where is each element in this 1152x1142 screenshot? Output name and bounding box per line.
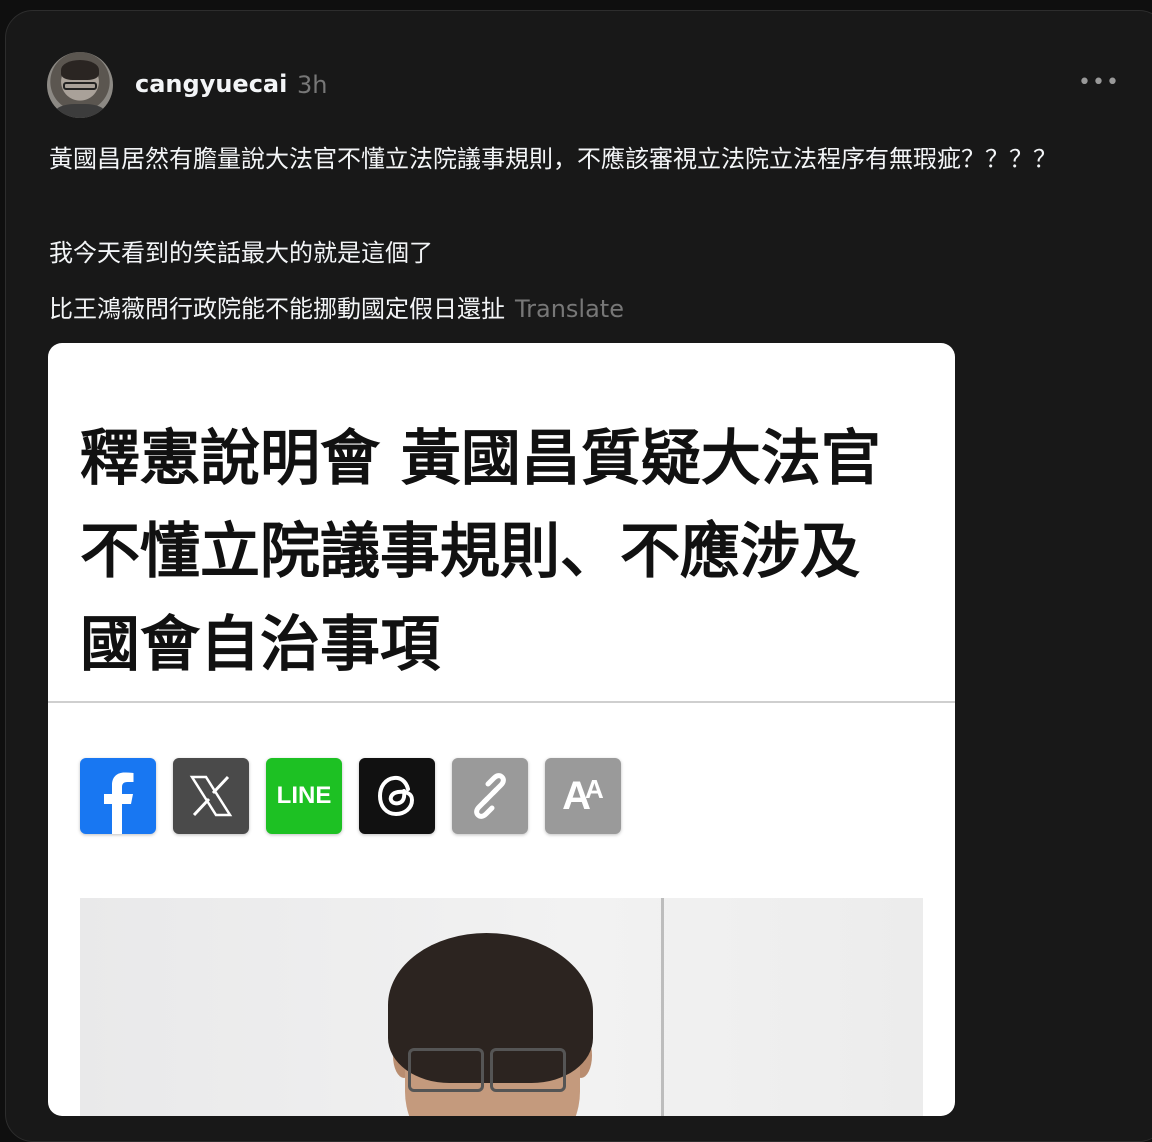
article-photo	[80, 898, 923, 1116]
post-time[interactable]: 3h	[297, 71, 327, 99]
threads-share-button[interactable]	[359, 758, 435, 834]
threads-icon	[377, 775, 415, 817]
font-size-button[interactable]: AA	[545, 758, 621, 834]
link-icon	[474, 773, 506, 819]
article-image[interactable]: 釋憲說明會 黃國昌質疑大法官 不懂立院議事規則、不應涉及 國會自治事項 LINE	[48, 343, 955, 1116]
headline-line-3: 國會自治事項	[80, 610, 440, 680]
post-text-line1: 黃國昌居然有膽量說大法官不懂立法院議事規則，不應該審視立法院立法程序有無瑕疵？？…	[49, 145, 1057, 173]
x-icon	[189, 775, 233, 817]
line-share-button[interactable]: LINE	[266, 758, 342, 834]
facebook-share-button[interactable]	[80, 758, 156, 834]
share-bar: LINE AA	[80, 758, 621, 834]
post-text-line2: 我今天看到的笑話最大的就是這個了	[49, 239, 433, 267]
line-icon: LINE	[276, 782, 332, 809]
avatar[interactable]	[47, 52, 113, 118]
headline-line-1: 釋憲說明會 黃國昌質疑大法官	[80, 424, 881, 494]
divider	[48, 701, 955, 703]
username[interactable]: cangyuecai	[135, 70, 287, 98]
article-headline: 釋憲說明會 黃國昌質疑大法官 不懂立院議事規則、不應涉及 國會自治事項	[80, 413, 920, 692]
copy-link-button[interactable]	[452, 758, 528, 834]
facebook-icon	[104, 772, 134, 834]
headline-line-2: 不懂立院議事規則、不應涉及	[80, 517, 860, 587]
post-text-line3-content: 比王鴻薇問行政院能不能挪動國定假日還扯	[49, 295, 505, 323]
font-size-icon: AA	[562, 773, 604, 818]
x-share-button[interactable]	[173, 758, 249, 834]
post-text-line3: 比王鴻薇問行政院能不能挪動國定假日還扯 Translate	[49, 291, 1069, 327]
translate-link[interactable]: Translate	[515, 295, 624, 323]
more-options-icon[interactable]: •••	[1078, 70, 1120, 95]
